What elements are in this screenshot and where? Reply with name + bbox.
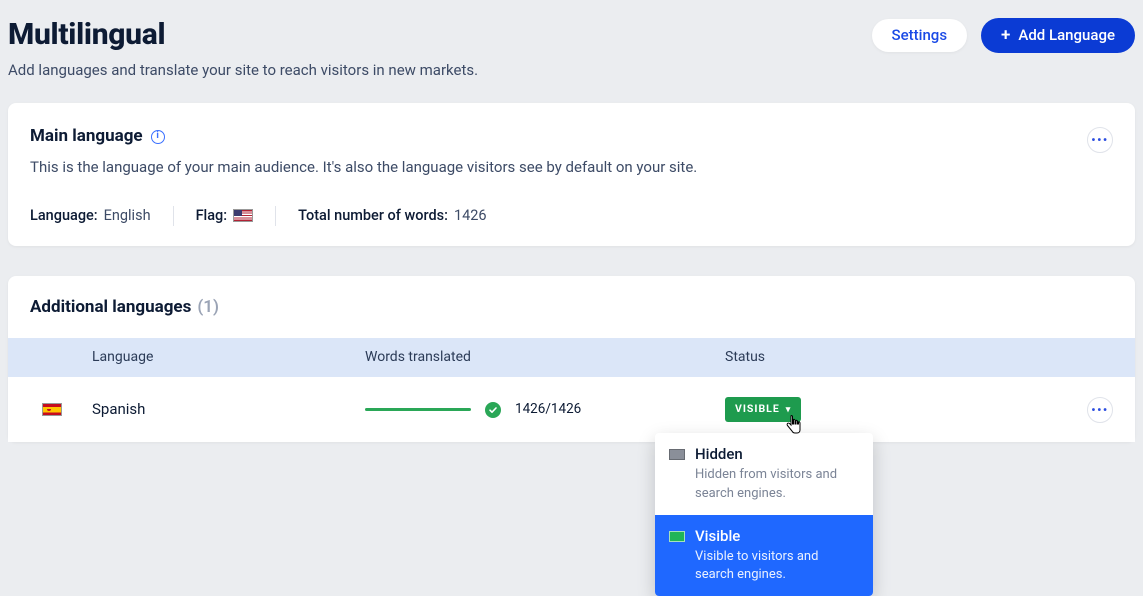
progress-bar: [365, 408, 471, 411]
status-option-visible[interactable]: Visible Visible to visitors and search e…: [655, 515, 873, 596]
add-language-label: Add Language: [1018, 28, 1115, 43]
language-value: English: [104, 206, 151, 226]
status-dropdown: Hidden Hidden from visitors and search e…: [655, 433, 873, 596]
flag-meta: Flag:: [196, 206, 254, 226]
language-name: Spanish: [92, 399, 365, 420]
translated-count: 1426/1426: [515, 400, 581, 419]
table-header: Language Words translated Status: [8, 338, 1135, 378]
es-flag-icon: [42, 403, 62, 416]
language-label: Language:: [30, 206, 98, 226]
row-more-button[interactable]: •••: [1087, 397, 1113, 423]
additional-languages-count: (1): [197, 296, 219, 320]
page-title: Multilingual: [8, 14, 478, 56]
hidden-swatch-icon: [669, 449, 685, 460]
status-option-hidden[interactable]: Hidden Hidden from visitors and search e…: [655, 433, 873, 514]
main-language-description: This is the language of your main audien…: [30, 157, 1113, 178]
add-language-button[interactable]: + Add Language: [981, 18, 1135, 53]
status-badge-text: VISIBLE: [735, 402, 780, 417]
word-count-meta: Total number of words: 1426: [298, 206, 486, 226]
us-flag-icon: [233, 209, 253, 222]
main-language-title: Main language: [30, 125, 143, 149]
main-language-card: Main language i This is the language of …: [8, 103, 1135, 246]
dots-icon: •••: [1091, 134, 1108, 146]
divider: [173, 206, 174, 226]
column-language: Language: [92, 348, 365, 368]
plus-icon: +: [1001, 27, 1010, 44]
info-icon[interactable]: i: [151, 130, 165, 144]
visible-swatch-icon: [669, 531, 685, 542]
additional-languages-card: Additional languages (1) Language Words …: [8, 276, 1135, 442]
table-row: Spanish 1426/1426 VISIBLE ▾: [8, 377, 1135, 442]
column-words-translated: Words translated: [365, 348, 725, 368]
check-icon: [485, 402, 501, 418]
status-option-hidden-title: Hidden: [695, 445, 859, 463]
page-subtitle: Add languages and translate your site to…: [8, 60, 478, 81]
chevron-down-icon: ▾: [786, 404, 792, 417]
status-option-hidden-desc: Hidden from visitors and search engines.: [695, 466, 859, 502]
settings-button[interactable]: Settings: [872, 19, 968, 52]
main-language-more-button[interactable]: •••: [1087, 127, 1113, 153]
status-option-visible-desc: Visible to visitors and search engines.: [695, 548, 859, 584]
additional-languages-title: Additional languages: [30, 296, 191, 320]
word-count-value: 1426: [454, 206, 487, 226]
language-meta: Language: English: [30, 206, 151, 226]
status-option-visible-title: Visible: [695, 527, 859, 545]
pointer-cursor-icon: [785, 415, 803, 435]
word-count-label: Total number of words:: [298, 206, 448, 226]
divider: [275, 206, 276, 226]
flag-label: Flag:: [196, 206, 228, 226]
dots-icon: •••: [1091, 404, 1108, 416]
column-status: Status: [725, 348, 1135, 368]
